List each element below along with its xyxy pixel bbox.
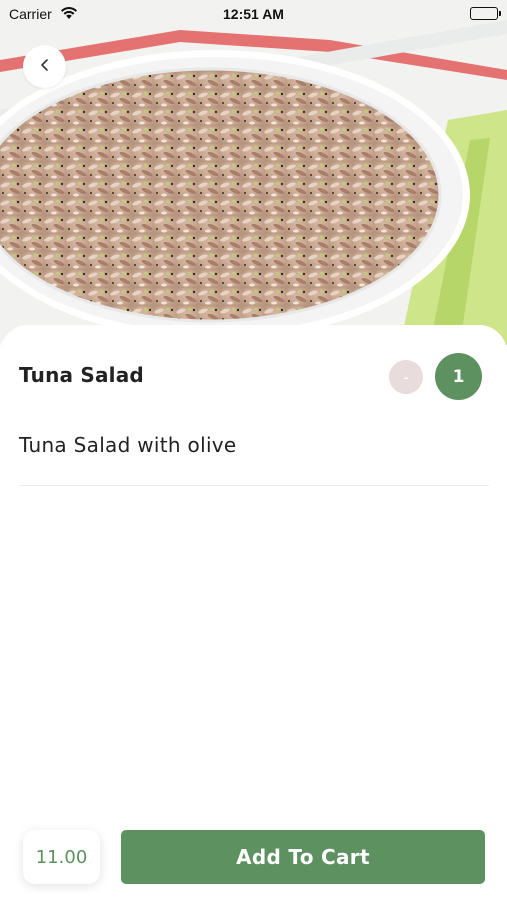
chevron-left-icon	[39, 57, 51, 76]
back-button[interactable]	[23, 45, 66, 88]
divider	[19, 485, 489, 486]
status-time: 12:51 AM	[223, 6, 284, 22]
product-description: Tuna Salad with olive	[19, 433, 237, 457]
quantity-decrement-button[interactable]: -	[389, 360, 423, 394]
tuna-salad-image	[0, 0, 507, 345]
status-bar: Carrier 12:51 AM	[0, 0, 507, 28]
product-detail-card: Tuna Salad - 1 Tuna Salad with olive	[0, 325, 507, 900]
add-to-cart-button[interactable]: Add To Cart	[121, 830, 485, 884]
price-label: 11.00	[23, 830, 100, 884]
quantity-value[interactable]: 1	[435, 353, 482, 400]
product-title: Tuna Salad	[19, 363, 144, 387]
battery-icon	[470, 7, 501, 20]
product-photo	[0, 0, 507, 345]
